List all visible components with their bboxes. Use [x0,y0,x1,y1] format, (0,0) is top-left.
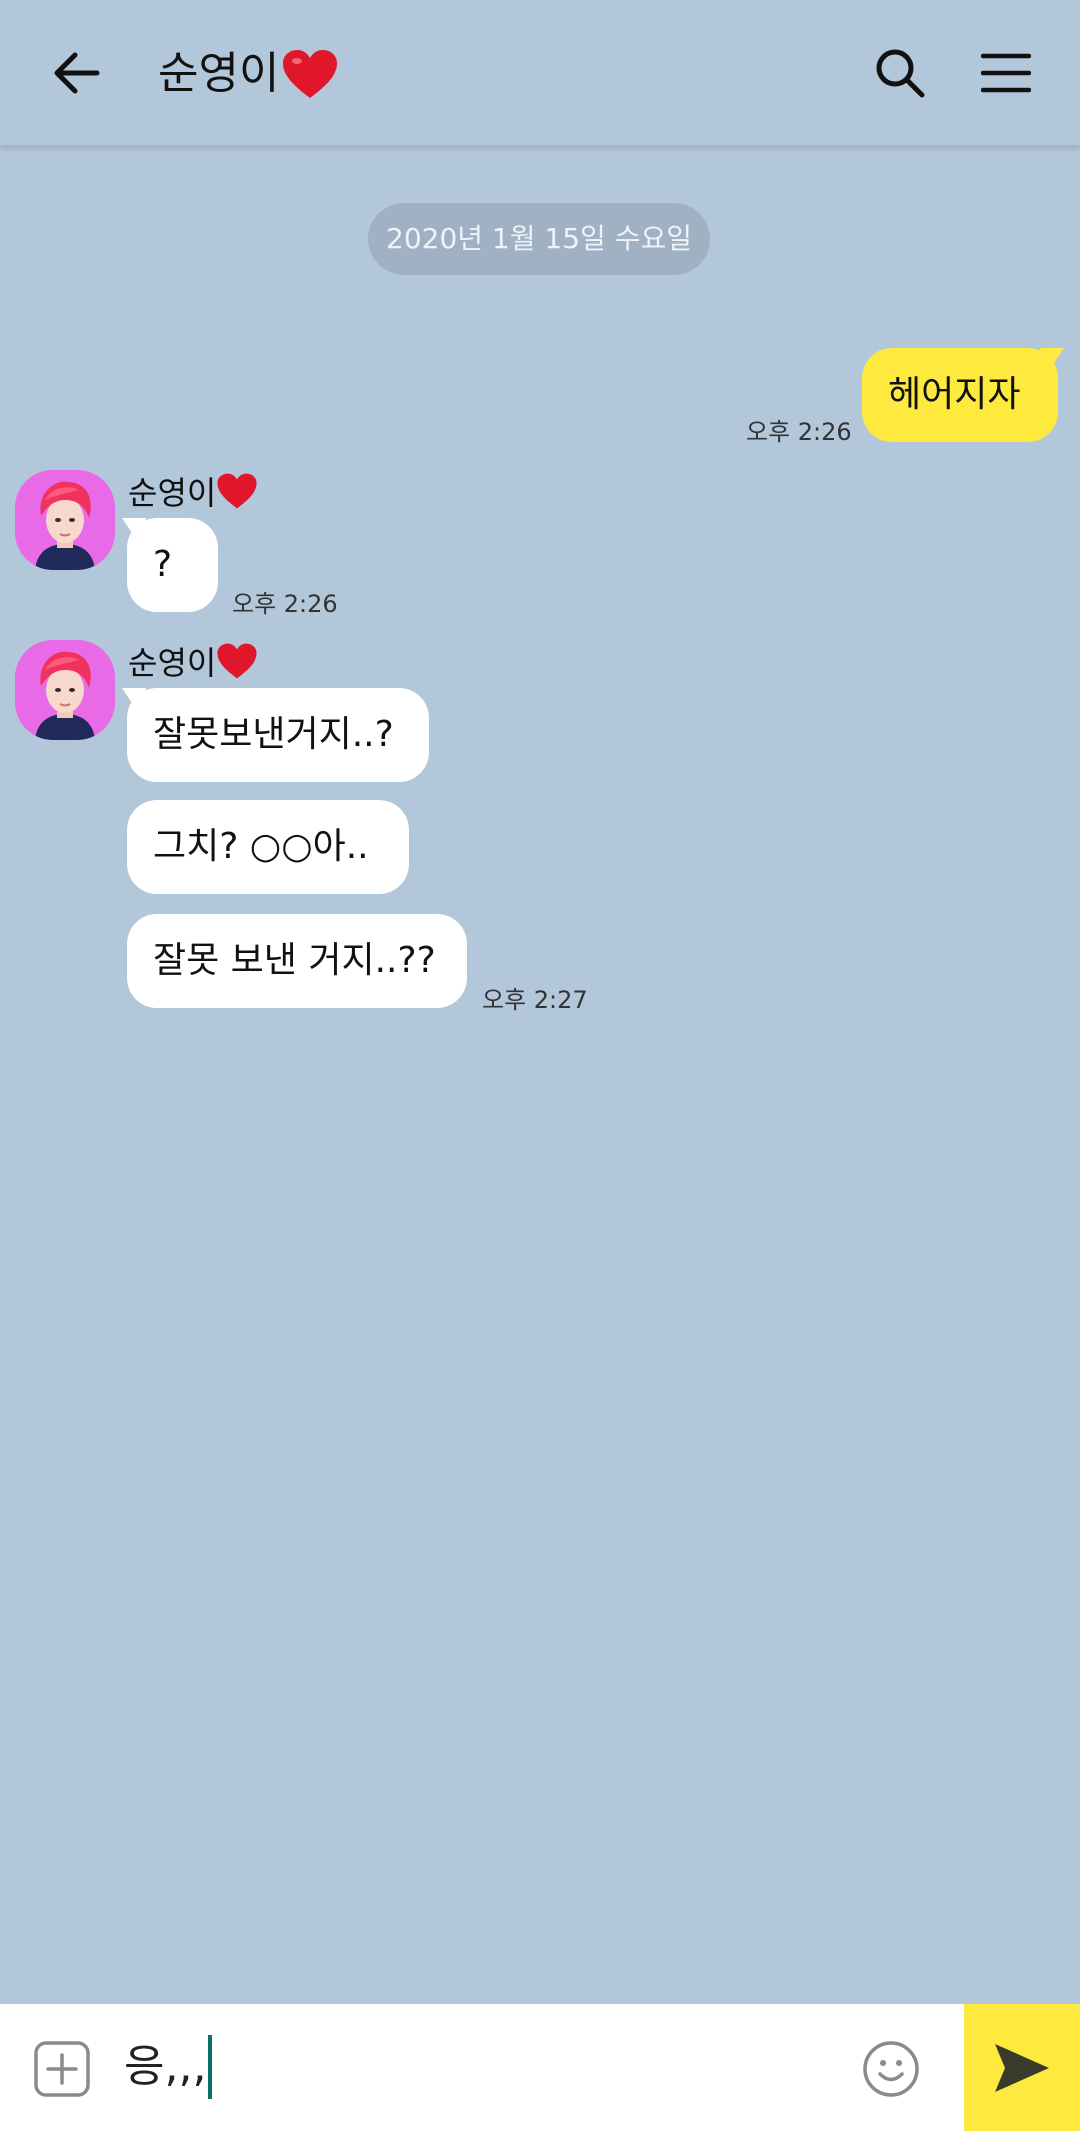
sender-avatar[interactable] [15,640,115,740]
chat-title: 순영이 [158,40,339,108]
attach-button[interactable] [33,2040,91,2098]
date-divider: 2020년 1월 15일 수요일 [368,203,710,275]
their-message-bubble[interactable]: 잘못 보낸 거지..?? [127,914,467,1008]
text-cursor [208,2035,213,2099]
message-input[interactable]: 응,,, [124,2024,824,2110]
search-icon [876,49,925,98]
sender-name: 순영이 [128,468,258,514]
message-text: 잘못 보낸 거지..?? [153,940,436,981]
back-button[interactable] [38,38,114,108]
profile-photo [15,470,115,570]
message-text: 잘못보낸거지..? [153,714,394,755]
chat-title-text: 순영이 [158,48,280,99]
bubble-tail [1040,348,1064,378]
message-time: 오후 2:27 [482,986,588,1014]
heart-icon [217,643,257,679]
message-time: 오후 2:26 [746,418,852,446]
sender-name: 순영이 [128,638,258,684]
input-value: 응,,, [124,2041,207,2092]
sender-name-text: 순영이 [128,474,217,512]
message-text: 헤어지자 [888,374,1021,415]
send-button[interactable] [964,2004,1080,2131]
their-message-bubble[interactable]: 그치? ○○아.. [127,800,409,894]
message-text: ? [153,544,173,585]
message-input-bar: 응,,, [0,2004,1080,2131]
message-time: 오후 2:26 [232,590,338,618]
hamburger-menu-icon [981,53,1031,93]
sender-avatar[interactable] [15,470,115,570]
arrow-left-icon [54,52,100,94]
smiley-icon [863,2041,919,2097]
plus-square-icon [34,2041,90,2097]
sender-name-text: 순영이 [128,644,217,682]
profile-photo [15,640,115,740]
menu-button[interactable] [966,38,1046,108]
their-message-bubble[interactable]: 잘못보낸거지..? [127,688,429,782]
send-icon [995,2043,1049,2092]
chat-header: 순영이 [0,0,1080,146]
heart-icon [283,50,338,98]
my-message-bubble[interactable]: 헤어지자 [862,348,1058,442]
emoticon-button[interactable] [862,2040,920,2098]
heart-icon [217,473,257,509]
search-button[interactable] [860,38,940,108]
message-text: 그치? ○○아.. [153,826,369,867]
their-message-bubble[interactable]: ? [127,518,218,612]
